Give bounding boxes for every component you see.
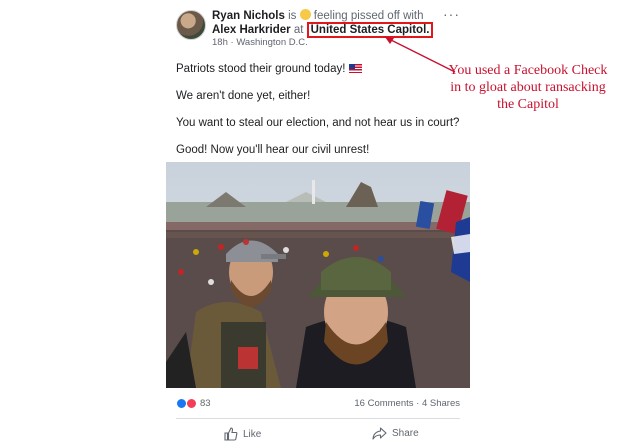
annotation-text: You used a Facebook Check in to gloat ab… <box>448 63 608 112</box>
